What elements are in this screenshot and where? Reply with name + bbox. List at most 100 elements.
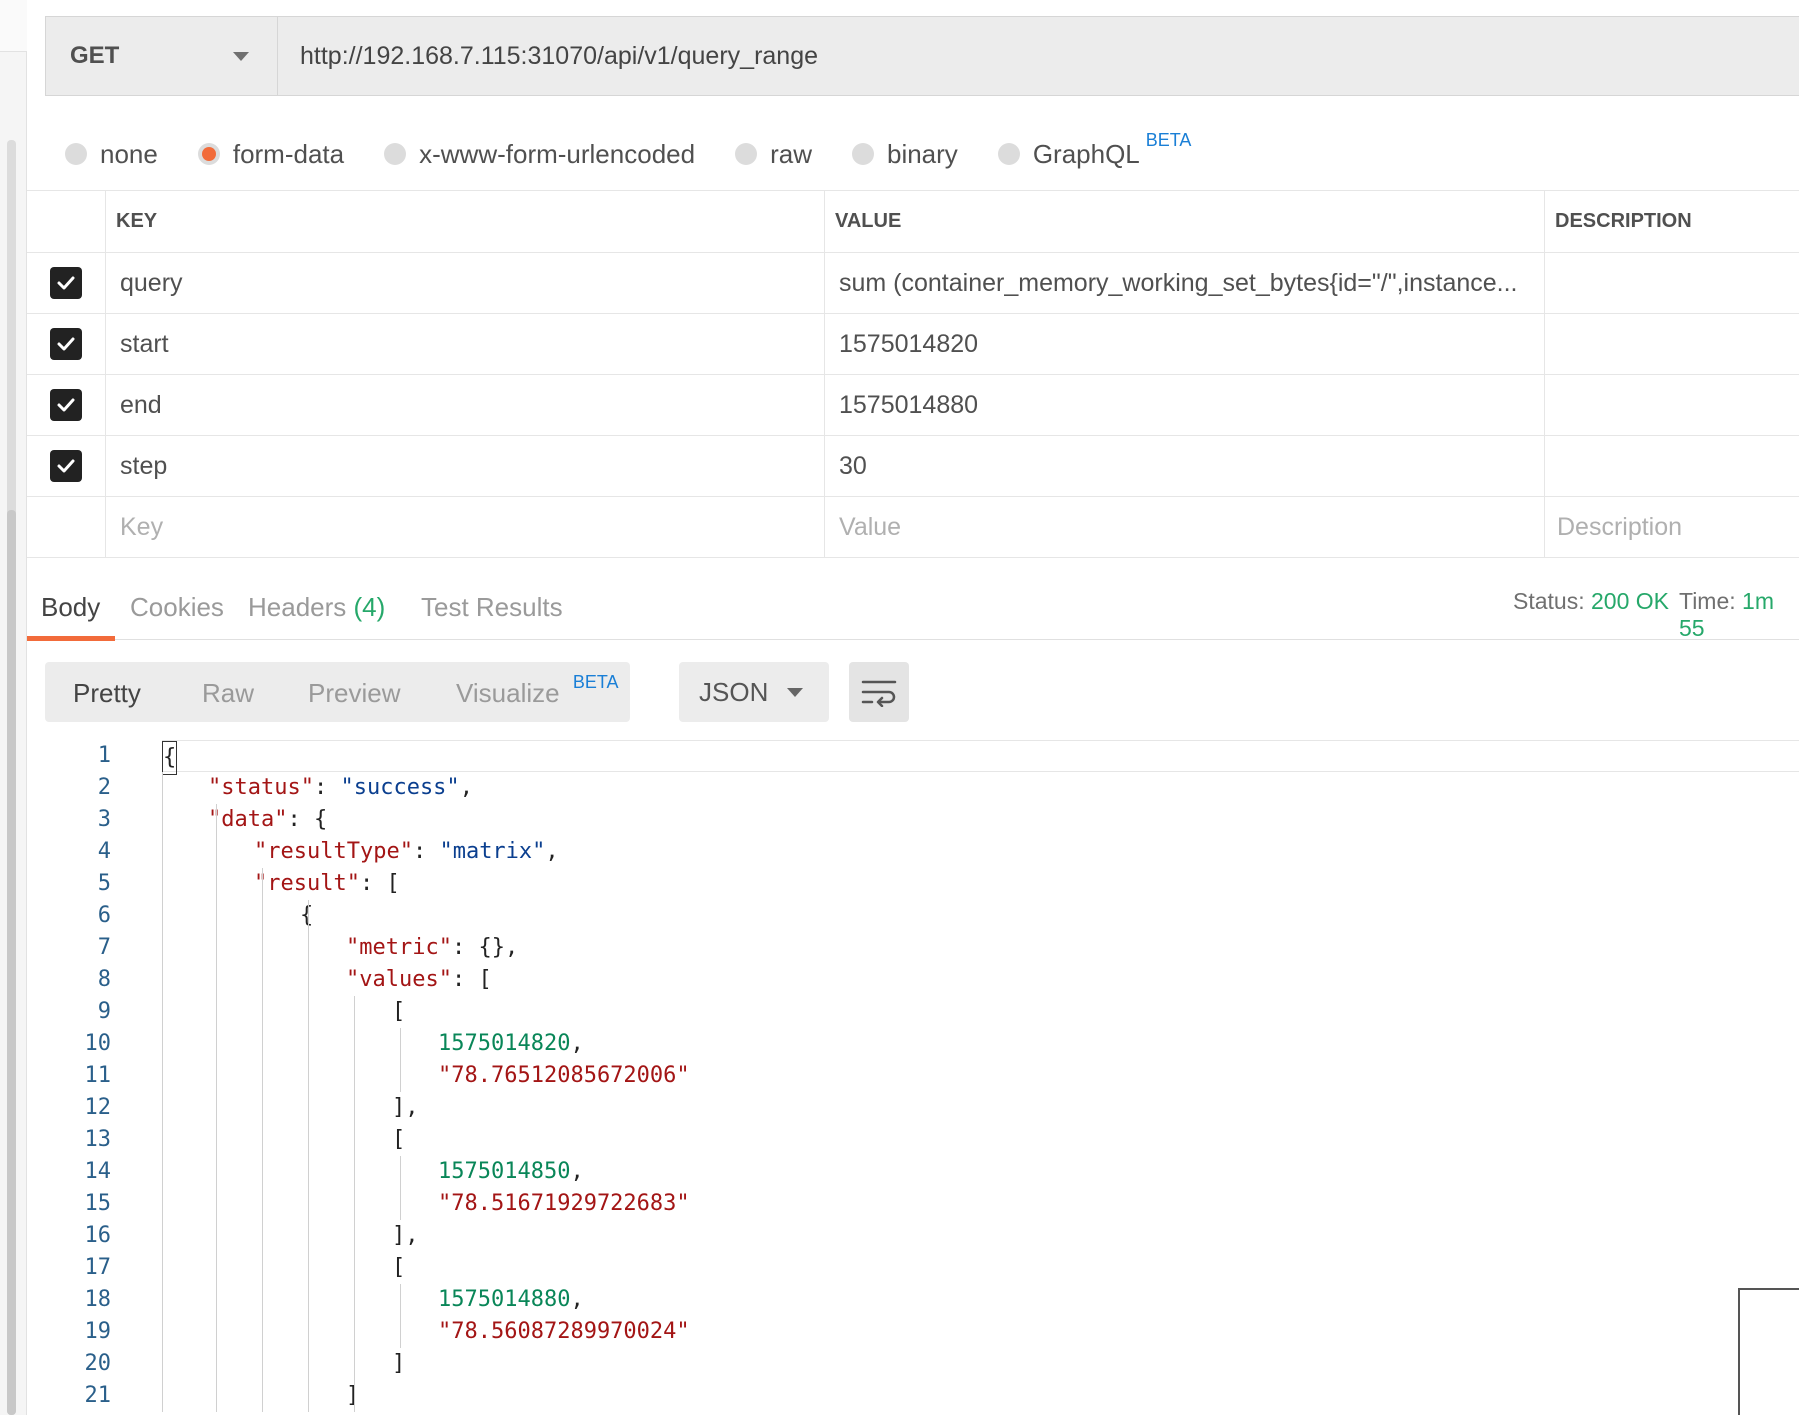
radio-circle	[997, 143, 1020, 165]
line-number: 10	[84, 1031, 112, 1056]
row-checkbox[interactable]	[50, 450, 82, 482]
code-line: "78.56087289970024"	[162, 1316, 1799, 1348]
code-text: "78.56087289970024"	[438, 1319, 690, 1344]
radio-circle	[735, 143, 758, 165]
code-line: "data": {	[162, 804, 1799, 836]
code-line: [	[162, 1124, 1799, 1156]
line-number: 2	[97, 775, 111, 800]
response-body-editor[interactable]: 1 2 3 4 5 6 7 8 9 10 11 12 13 14 15 16 17 18 19 20 21 {"stat…	[27, 740, 1799, 1415]
format-select[interactable]: JSON	[679, 662, 829, 722]
code-text: ],	[392, 1223, 419, 1248]
radio-none[interactable]: none	[65, 139, 158, 170]
row-checkbox[interactable]	[50, 267, 82, 299]
check-icon	[57, 398, 75, 412]
code-text: "data": {	[208, 807, 328, 832]
radio-circle	[384, 143, 407, 165]
line-number: 5	[97, 871, 111, 896]
line-number: 7	[97, 935, 111, 960]
radio-label: binary	[886, 138, 958, 169]
row-check-cell	[27, 497, 106, 557]
line-number: 13	[84, 1127, 112, 1152]
beta-badge: BETA	[1145, 129, 1192, 150]
wrap-lines-button[interactable]	[849, 662, 909, 722]
code-line: "metric": {},	[162, 932, 1799, 964]
line-number: 11	[84, 1063, 112, 1088]
method-select[interactable]: GET	[46, 17, 278, 95]
row-check-cell	[27, 375, 106, 435]
code-line: ]	[162, 1348, 1799, 1380]
line-number: 9	[97, 999, 111, 1024]
param-value[interactable]: 30	[825, 436, 1545, 496]
code-line: ],	[162, 1092, 1799, 1124]
param-key[interactable]: end	[106, 375, 825, 435]
view-raw[interactable]: Raw	[202, 678, 254, 709]
line-number: 17	[84, 1255, 112, 1280]
tab-body[interactable]: Body	[41, 592, 100, 623]
new-key-input[interactable]: Key	[106, 497, 825, 557]
param-key[interactable]: query	[106, 253, 825, 313]
table-row: step 30	[27, 436, 1799, 497]
response-tabs: Body Cookies Headers (4) Test Results St…	[27, 580, 1799, 641]
tab-cookies[interactable]: Cookies	[130, 592, 224, 623]
code-line: "result": [	[162, 868, 1799, 900]
radio-form-data[interactable]: form-data	[197, 139, 344, 170]
row-checkbox[interactable]	[50, 389, 82, 421]
param-key[interactable]: step	[106, 436, 825, 496]
view-preview[interactable]: Preview	[308, 678, 400, 709]
code-line: ]	[162, 1380, 1799, 1412]
status-info: Status: 200 OK	[1513, 588, 1669, 615]
radio-raw[interactable]: raw	[735, 139, 812, 170]
request-bar: GET http://192.168.7.115:31070/api/v1/qu…	[45, 16, 1799, 96]
new-description-input[interactable]: Description	[1545, 497, 1799, 557]
active-tab-indicator	[27, 636, 115, 641]
view-visualize[interactable]: Visualize BETA	[456, 672, 619, 709]
overlay-panel-edge	[1738, 1288, 1799, 1415]
tab-headers-label: Headers	[248, 592, 347, 622]
time-label: Time:	[1679, 588, 1736, 614]
radio-label: raw	[770, 138, 812, 169]
radio-x-www-form-urlencoded[interactable]: x-www-form-urlencoded	[384, 139, 695, 170]
param-description[interactable]	[1545, 436, 1799, 496]
code-line: "78.51671929722683"	[162, 1188, 1799, 1220]
method-label: GET	[70, 42, 120, 69]
radio-graphql[interactable]: GraphQL BETA	[997, 130, 1191, 170]
code-text: "values": [	[346, 967, 492, 992]
param-description[interactable]	[1545, 253, 1799, 313]
tab-headers[interactable]: Headers (4)	[248, 592, 385, 623]
line-number: 8	[97, 967, 111, 992]
view-pretty[interactable]: Pretty	[73, 678, 141, 709]
row-check-cell	[27, 314, 106, 374]
code-text: "metric": {},	[346, 935, 519, 960]
code-text: "78.51671929722683"	[438, 1191, 690, 1216]
status-value: 200 OK	[1591, 588, 1669, 614]
new-value-input[interactable]: Value	[825, 497, 1545, 557]
left-panel-header	[0, 0, 27, 52]
param-description[interactable]	[1545, 314, 1799, 374]
tab-test-results[interactable]: Test Results	[421, 592, 563, 623]
param-key[interactable]: start	[106, 314, 825, 374]
param-value[interactable]: 1575014820	[825, 314, 1545, 374]
indent-guide	[400, 1284, 401, 1348]
param-value[interactable]: sum (container_memory_working_set_bytes{…	[825, 253, 1545, 313]
param-value[interactable]: 1575014880	[825, 375, 1545, 435]
radio-label: x-www-form-urlencoded	[419, 138, 696, 169]
line-number: 18	[84, 1287, 112, 1312]
url-input[interactable]: http://192.168.7.115:31070/api/v1/query_…	[278, 17, 1799, 95]
param-description[interactable]	[1545, 375, 1799, 435]
check-icon	[57, 459, 75, 473]
chevron-down-icon	[787, 687, 803, 697]
format-label: JSON	[699, 676, 769, 707]
radio-label: none	[100, 138, 158, 169]
view-mode-group: Pretty Raw Preview Visualize BETA	[45, 662, 630, 722]
radio-binary[interactable]: binary	[851, 138, 958, 170]
code-line: 1575014820,	[162, 1028, 1799, 1060]
header-value: VALUE	[825, 191, 1545, 252]
table-row: start 1575014820	[27, 314, 1799, 375]
code-line: [	[162, 996, 1799, 1028]
indent-guide	[400, 1028, 401, 1092]
row-checkbox[interactable]	[50, 328, 82, 360]
left-scrollbar-thumb[interactable]	[7, 510, 16, 1415]
code-line: {	[162, 740, 1799, 775]
json-code: {"status": "success", "data": {"resultTyp…	[162, 740, 1799, 1412]
code-line: "status": "success",	[162, 772, 1799, 804]
